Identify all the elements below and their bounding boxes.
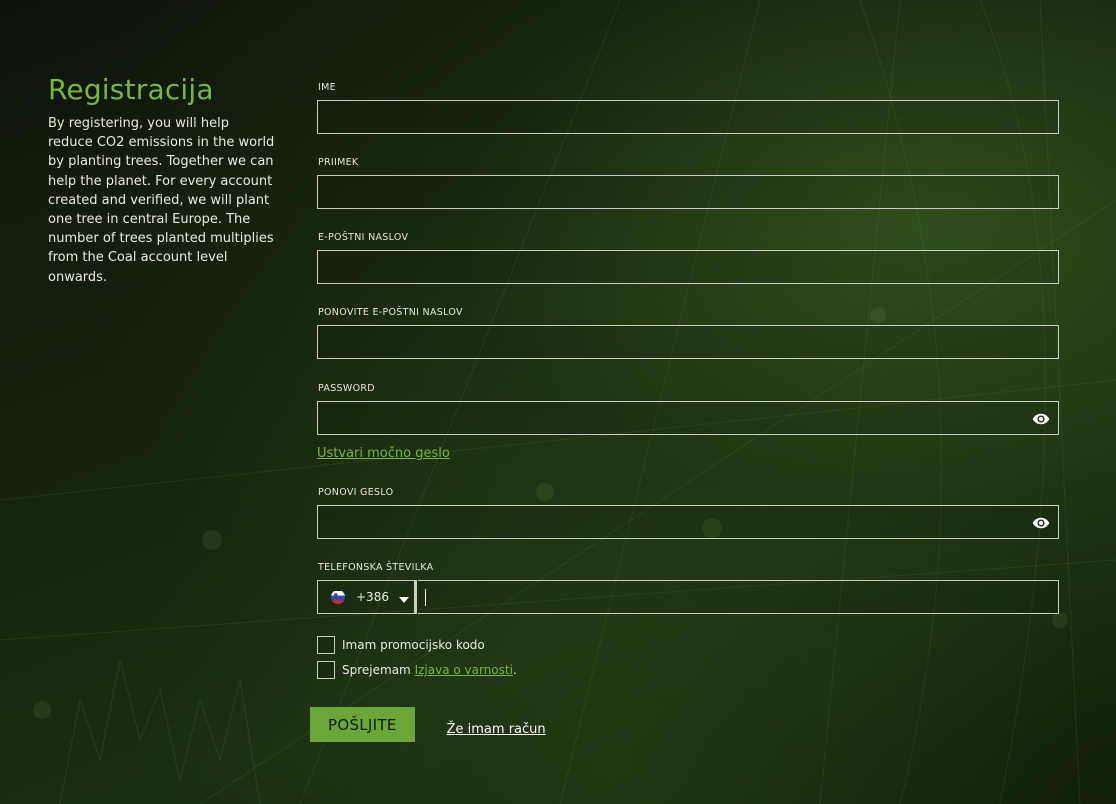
promo-code-label: Imam promocijsko kodo — [342, 638, 485, 652]
intro-description: By registering, you will help reduce CO2… — [48, 116, 275, 285]
privacy-checkbox[interactable] — [317, 661, 335, 679]
password-repeat-box — [317, 505, 1059, 539]
privacy-label: Sprejemam Izjava o varnosti. — [342, 663, 517, 677]
last-name-label: PRIIMEK — [318, 157, 359, 168]
last-name-group: PRIIMEK — [317, 157, 1059, 209]
last-name-input[interactable] — [318, 176, 1058, 208]
password-label: PASSWORD — [318, 383, 375, 394]
first-name-label: IME — [318, 82, 336, 93]
privacy-statement-link[interactable]: Izjava o varnosti — [415, 663, 513, 677]
checkbox-group: Imam promocijsko kodo Sprejemam Izjava o… — [317, 636, 517, 686]
password-repeat-input[interactable] — [318, 506, 1058, 538]
phone-input-box — [418, 580, 1059, 614]
email-input[interactable] — [318, 251, 1058, 283]
promo-code-checkbox[interactable] — [317, 636, 335, 654]
existing-account-link[interactable]: Že imam račun — [447, 722, 546, 737]
slovenia-flag-icon — [331, 590, 345, 604]
privacy-prefix: Sprejemam — [342, 663, 415, 677]
promo-code-row: Imam promocijsko kodo — [317, 636, 517, 654]
country-code-select[interactable]: +386 — [317, 580, 415, 614]
phone-input[interactable] — [426, 581, 1058, 613]
first-name-box — [317, 100, 1059, 134]
form-actions: POŠLJITE Že imam račun — [310, 707, 546, 742]
password-group: PASSWORD — [317, 383, 1059, 435]
email-label: E-POŠTNI NASLOV — [318, 232, 409, 243]
privacy-row: Sprejemam Izjava o varnosti. — [317, 661, 517, 679]
submit-button[interactable]: POŠLJITE — [310, 707, 415, 742]
eye-icon[interactable] — [1032, 514, 1050, 532]
email-group: E-POŠTNI NASLOV — [317, 232, 1059, 284]
password-repeat-group: PONOVI GESLO — [317, 487, 1059, 539]
phone-row: +386 — [317, 580, 1059, 614]
email-repeat-group: PONOVITE E-POŠTNI NASLOV — [317, 307, 1059, 359]
privacy-suffix: . — [512, 663, 517, 677]
password-repeat-label: PONOVI GESLO — [318, 487, 394, 498]
first-name-input[interactable] — [318, 101, 1058, 133]
last-name-box — [317, 175, 1059, 209]
password-box — [317, 401, 1059, 435]
phone-group: TELEFONSKA ŠTEVILKA +386 — [317, 562, 1059, 614]
caret-down-icon — [398, 588, 409, 607]
password-input[interactable] — [318, 402, 1058, 434]
phone-divider — [415, 580, 417, 614]
generate-strong-password-link[interactable]: Ustvari močno geslo — [317, 446, 450, 461]
email-box — [317, 250, 1059, 284]
country-dial-code: +386 — [356, 590, 389, 604]
eye-icon[interactable] — [1032, 410, 1050, 428]
first-name-group: IME — [317, 82, 1059, 134]
email-repeat-box — [317, 325, 1059, 359]
phone-label: TELEFONSKA ŠTEVILKA — [318, 562, 434, 573]
email-repeat-input[interactable] — [318, 326, 1058, 358]
email-repeat-label: PONOVITE E-POŠTNI NASLOV — [318, 307, 463, 318]
page-title: Registracija — [48, 73, 214, 106]
intro-section: Registracija By registering, you will he… — [48, 72, 276, 287]
